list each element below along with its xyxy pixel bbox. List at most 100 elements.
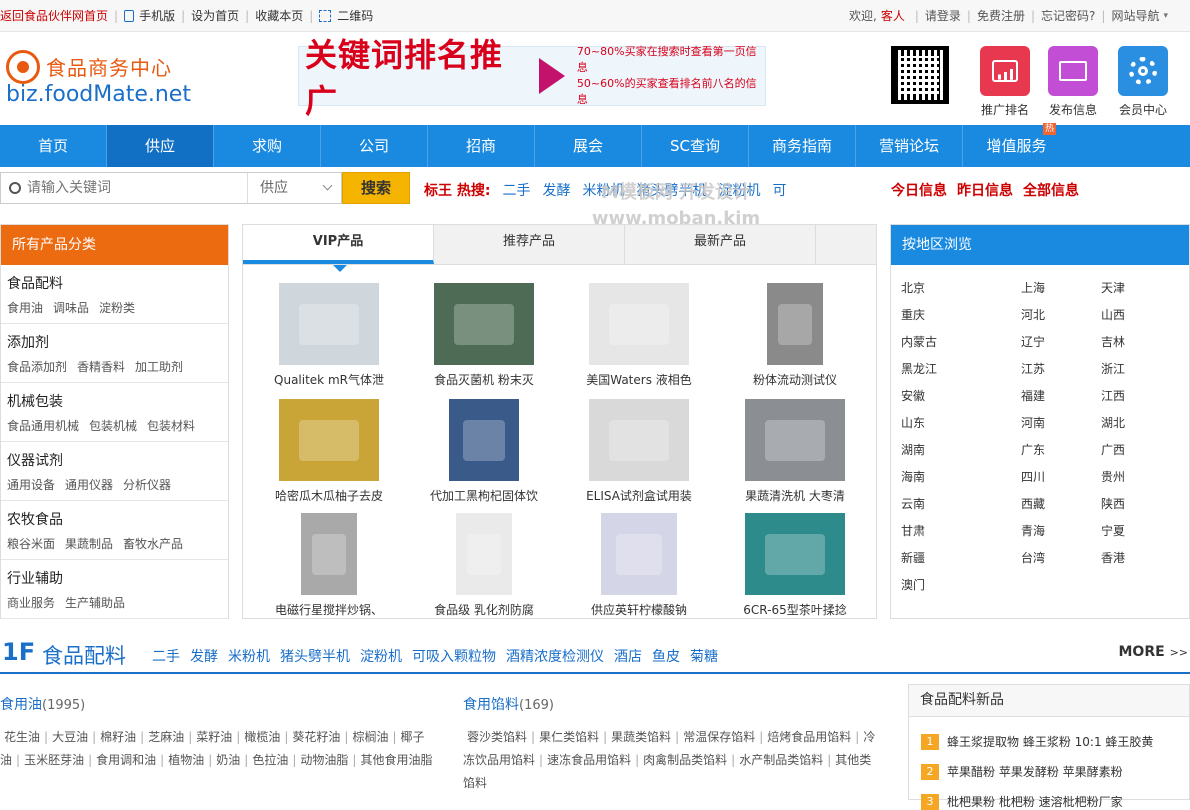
mobile-link[interactable]: 手机版 <box>139 7 175 24</box>
hot-keyword[interactable]: 发酵 <box>542 180 570 200</box>
region-link[interactable]: 天津 <box>1101 279 1125 296</box>
new-product-item[interactable]: 3 枇杷果粉 枇杷粉 速溶枇杷粉厂家 <box>921 793 1123 810</box>
product-card[interactable]: 供应英轩柠檬酸钠 <box>561 513 717 618</box>
subcategory-link[interactable]: 橄榄油 <box>244 730 280 744</box>
floor-tag[interactable]: 鱼皮 <box>652 646 680 666</box>
bookmark-link[interactable]: 收藏本页 <box>255 7 303 24</box>
site-nav-link[interactable]: 网站导航 <box>1111 7 1159 24</box>
subcategory-link[interactable]: 芝麻油 <box>148 730 184 744</box>
home-link[interactable]: 返回食品伙伴网首页 <box>0 7 108 24</box>
register-link[interactable]: 免费注册 <box>977 7 1025 24</box>
product-card[interactable]: Qualitek mR气体泄 <box>251 283 407 388</box>
region-link[interactable]: 四川 <box>1021 468 1045 485</box>
region-link[interactable]: 青海 <box>1021 522 1045 539</box>
category-sub-link[interactable]: 生产辅助品 <box>65 594 125 611</box>
product-card[interactable]: 哈密瓜木瓜柚子去皮 <box>251 399 407 504</box>
new-product-item[interactable]: 1 蜂王浆提取物 蜂王浆粉 10:1 蜂王胶黄 <box>921 733 1153 750</box>
category-sub-link[interactable]: 商业服务 <box>7 594 55 611</box>
category-sub-link[interactable]: 食用油 <box>7 299 43 316</box>
category-sub-link[interactable]: 包装材料 <box>147 417 195 434</box>
region-link[interactable]: 吉林 <box>1101 333 1125 350</box>
region-link[interactable]: 湖南 <box>901 441 925 458</box>
hot-keyword[interactable]: 可 <box>772 180 786 200</box>
login-link[interactable]: 请登录 <box>925 7 961 24</box>
floor-tag[interactable]: 二手 <box>152 646 180 666</box>
region-link[interactable]: 澳门 <box>901 576 925 593</box>
floor-tag[interactable]: 可吸入颗粒物 <box>412 646 496 666</box>
keyword-promo-banner[interactable]: 关键词排名推广 70~80%买家在搜索时查看第一页信息 50~60%的买家查看排… <box>298 36 766 120</box>
subcategory-link[interactable]: 其他食用油脂 <box>360 753 432 767</box>
hot-keyword[interactable]: 猪头劈半机 <box>636 180 706 200</box>
subcategory-link[interactable]: 动物油脂 <box>300 753 348 767</box>
region-link[interactable]: 云南 <box>901 495 925 512</box>
hot-keyword[interactable]: 淀粉机 <box>718 180 760 200</box>
category-title[interactable]: 仪器试剂 <box>7 453 63 469</box>
subcategory-link[interactable]: 肉禽制品类馅料 <box>643 753 727 767</box>
floor-tag[interactable]: 发酵 <box>190 646 218 666</box>
all-info-link[interactable]: 全部信息 <box>1023 180 1079 200</box>
product-card[interactable]: 代加工黑枸杞固体饮 <box>406 399 562 504</box>
product-card[interactable]: 果蔬清洗机 大枣清 <box>717 399 873 504</box>
region-link[interactable]: 河南 <box>1021 414 1045 431</box>
region-link[interactable]: 江西 <box>1101 387 1125 404</box>
region-link[interactable]: 山东 <box>901 414 925 431</box>
subcategory-link[interactable]: 大豆油 <box>52 730 88 744</box>
region-link[interactable]: 陕西 <box>1101 495 1125 512</box>
subcategory-link[interactable]: 植物油 <box>168 753 204 767</box>
subcategory-link[interactable]: 棉籽油 <box>100 730 136 744</box>
member-center-button[interactable]: 会员中心 <box>1111 46 1175 118</box>
region-link[interactable]: 香港 <box>1101 549 1125 566</box>
category-sub-link[interactable]: 果蔬制品 <box>65 535 113 552</box>
category-sub-link[interactable]: 调味品 <box>53 299 89 316</box>
publish-info-button[interactable]: 发布信息 <box>1041 46 1105 118</box>
new-product-item[interactable]: 2 苹果醋粉 苹果发酵粉 苹果酵素粉 <box>921 763 1123 780</box>
category-title[interactable]: 机械包装 <box>7 394 63 410</box>
region-link[interactable]: 黑龙江 <box>901 360 937 377</box>
category-sub-link[interactable]: 通用仪器 <box>65 476 113 493</box>
subcategory-link[interactable]: 水产制品类馅料 <box>739 753 823 767</box>
search-button[interactable]: 搜索 <box>342 172 410 204</box>
site-logo[interactable]: 食品商务中心 biz.foodMate.net <box>6 48 191 110</box>
category-sub-link[interactable]: 食品通用机械 <box>7 417 79 434</box>
region-link[interactable]: 贵州 <box>1101 468 1125 485</box>
floor-tag[interactable]: 菊糖 <box>690 646 718 666</box>
tab-vip[interactable]: VIP产品 <box>243 225 434 264</box>
region-link[interactable]: 广西 <box>1101 441 1125 458</box>
search-type-select[interactable]: 供应 <box>247 173 343 203</box>
category-title[interactable]: 农牧食品 <box>7 512 63 528</box>
floor-tag[interactable]: 酒精浓度检测仪 <box>506 646 604 666</box>
floor-tag[interactable]: 米粉机 <box>228 646 270 666</box>
subcategory-link[interactable]: 果仁类馅料 <box>539 730 599 744</box>
category-sub-link[interactable]: 香精香料 <box>77 358 125 375</box>
category-title[interactable]: 行业辅助 <box>7 571 63 587</box>
nav-supply[interactable]: 供应 <box>107 125 214 167</box>
category-sub-link[interactable]: 畜牧水产品 <box>123 535 183 552</box>
subcategory-link[interactable]: 奶油 <box>216 753 240 767</box>
nav-marketing-forum[interactable]: 营销论坛 <box>856 125 963 167</box>
category-sub-link[interactable]: 通用设备 <box>7 476 55 493</box>
subcategory-link[interactable]: 花生油 <box>4 730 40 744</box>
tab-recommended[interactable]: 推荐产品 <box>434 225 625 264</box>
region-link[interactable]: 安徽 <box>901 387 925 404</box>
nav-company[interactable]: 公司 <box>321 125 428 167</box>
subcategory-title[interactable]: 食用馅料(169) <box>463 697 554 713</box>
search-input[interactable] <box>27 180 227 196</box>
region-link[interactable]: 辽宁 <box>1021 333 1045 350</box>
floor-tag[interactable]: 淀粉机 <box>360 646 402 666</box>
product-card[interactable]: ELISA试剂盒试用装 <box>561 399 717 504</box>
product-card[interactable]: 6CR-65型茶叶揉捻 <box>717 513 873 618</box>
subcategory-link[interactable]: 速冻食品用馅料 <box>547 753 631 767</box>
product-card[interactable]: 电磁行星搅拌炒锅、 <box>251 513 407 618</box>
product-card[interactable]: 粉体流动测试仪 <box>717 283 873 388</box>
subcategory-link[interactable]: 棕榈油 <box>352 730 388 744</box>
floor-tag[interactable]: 酒店 <box>614 646 642 666</box>
floor-tag[interactable]: 猪头劈半机 <box>280 646 350 666</box>
category-sub-link[interactable]: 包装机械 <box>89 417 137 434</box>
region-link[interactable]: 台湾 <box>1021 549 1045 566</box>
nav-business-guide[interactable]: 商务指南 <box>749 125 856 167</box>
region-link[interactable]: 江苏 <box>1021 360 1045 377</box>
region-link[interactable]: 海南 <box>901 468 925 485</box>
region-link[interactable]: 内蒙古 <box>901 333 937 350</box>
hot-keyword[interactable]: 二手 <box>502 180 530 200</box>
category-sub-link[interactable]: 加工助剂 <box>135 358 183 375</box>
